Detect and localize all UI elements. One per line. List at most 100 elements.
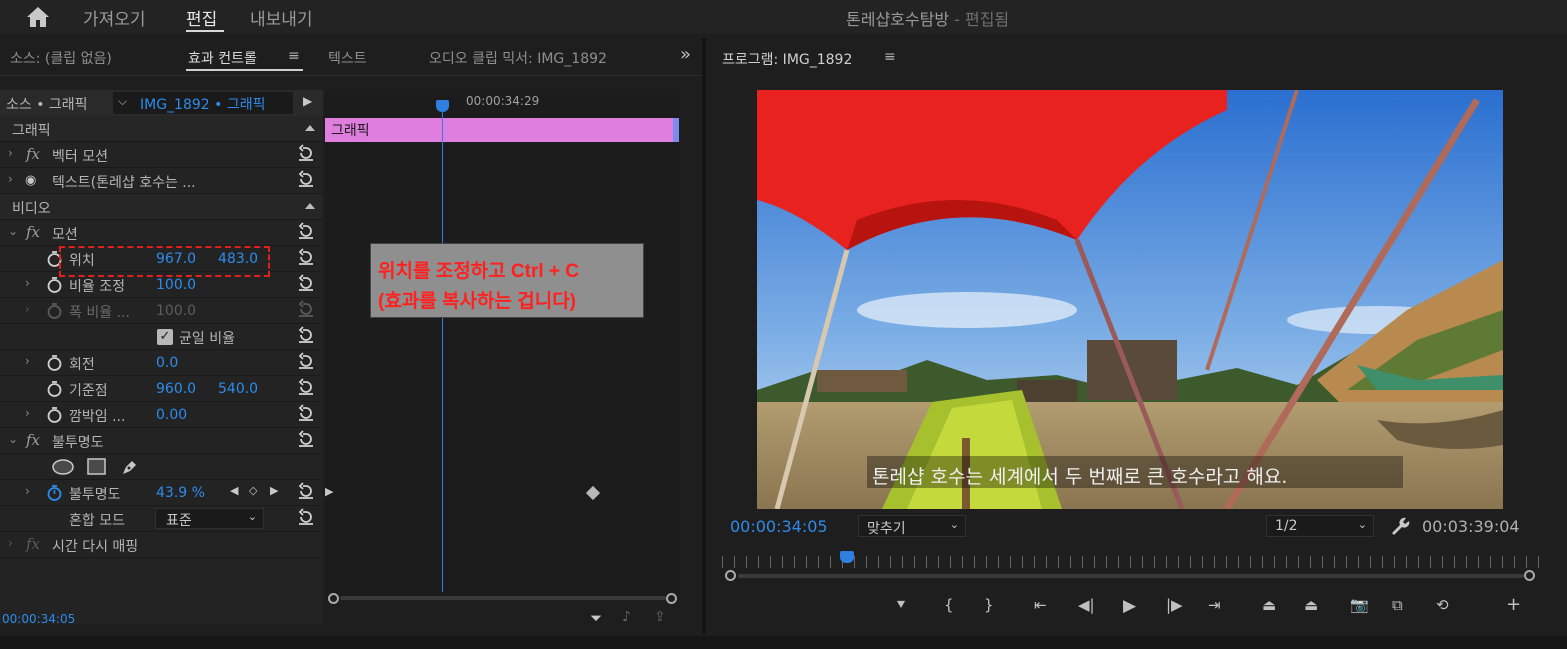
nav-edit[interactable]: 편집 (186, 5, 217, 30)
playhead-handle[interactable] (436, 100, 449, 112)
scrubber-start-handle[interactable] (725, 570, 736, 581)
fx-icon[interactable]: fx (26, 223, 40, 241)
effect-time-remap[interactable]: › fx 시간 다시 매핑 (0, 532, 323, 558)
reset-icon[interactable] (297, 326, 315, 344)
play-triangle-icon[interactable]: ▶ (303, 94, 312, 108)
reset-icon[interactable] (297, 430, 315, 448)
reset-icon[interactable] (297, 378, 315, 396)
reset-icon[interactable] (297, 508, 315, 526)
fx-icon[interactable]: fx (26, 431, 40, 449)
stopwatch-icon[interactable] (46, 276, 63, 294)
ec-mini-timeline[interactable]: 00:00:34:29 그래픽 ▶ (325, 90, 679, 600)
home-icon[interactable] (26, 6, 50, 28)
step-forward-icon[interactable]: |▶ (1166, 596, 1183, 614)
chevron-right-icon[interactable]: › (8, 172, 13, 186)
reset-icon[interactable] (297, 404, 315, 422)
chevron-right-icon[interactable]: › (8, 146, 13, 160)
nav-export[interactable]: 내보내기 (250, 5, 313, 30)
reset-icon[interactable] (297, 352, 315, 370)
ec-clip-label[interactable]: IMG_1892 • 그래픽 (140, 94, 265, 114)
opacity-value[interactable]: 43.9 % (156, 485, 205, 501)
step-back-icon[interactable]: ◀| (1078, 596, 1095, 614)
pen-tool-icon[interactable] (120, 457, 140, 477)
mark-out-icon[interactable]: } (984, 596, 994, 614)
effect-motion[interactable]: ⌄ fx 모션 (0, 220, 323, 246)
keyframe-diamond-icon[interactable] (585, 485, 601, 501)
chevron-right-icon[interactable]: › (25, 354, 30, 368)
playhead-line[interactable] (442, 102, 443, 592)
scale-value[interactable]: 100.0 (156, 277, 196, 293)
property-rotation[interactable]: › 회전 0.0 (0, 350, 323, 376)
extract-icon[interactable]: ⏏ (1304, 596, 1318, 614)
program-video-frame[interactable]: 톤레샵 호수는 세계에서 두 번째로 큰 호수라고 해요. (757, 90, 1503, 509)
panel-menu-icon[interactable]: ≡ (884, 49, 896, 65)
prev-keyframe-icon[interactable]: ◀ (230, 484, 238, 497)
proxy-toggle-icon[interactable]: ⟲ (1436, 596, 1449, 614)
zoom-fit-dropdown[interactable]: 맞추기 ⌄ (858, 515, 966, 537)
mark-in-icon[interactable]: { (944, 596, 954, 614)
next-keyframe-icon[interactable]: ▶ (270, 484, 278, 497)
stopwatch-icon[interactable] (46, 406, 63, 424)
rectangle-mask-icon[interactable] (87, 458, 106, 475)
tab-audio-clip-mixer[interactable]: 오디오 클립 믹서: IMG_1892 (429, 48, 607, 68)
antiflicker-value[interactable]: 0.00 (156, 407, 187, 423)
camera-icon[interactable]: 📷 (1350, 596, 1369, 614)
collapse-icon[interactable] (305, 203, 315, 209)
property-blend-mode[interactable]: 혼합 모드 표준 ⌄ (0, 506, 323, 532)
rotation-value[interactable]: 0.0 (156, 355, 178, 371)
property-anchor-point[interactable]: 기준점 960.0 540.0 (0, 376, 323, 402)
chevron-right-icon[interactable]: › (25, 276, 30, 290)
reset-icon[interactable] (297, 274, 315, 292)
reset-icon[interactable] (297, 482, 315, 500)
tab-text[interactable]: 텍스트 (328, 48, 367, 68)
stopwatch-icon[interactable] (46, 354, 63, 372)
effect-opacity[interactable]: ⌄ fx 불투명도 (0, 428, 323, 454)
anchor-y-value[interactable]: 540.0 (218, 381, 258, 397)
ec-timecode[interactable]: 00:00:34:05 (2, 612, 75, 626)
scrubber-end-handle[interactable] (1524, 570, 1535, 581)
stopwatch-icon[interactable] (46, 380, 63, 398)
scroll-start-handle[interactable] (328, 593, 339, 604)
program-playhead[interactable] (840, 551, 854, 563)
effect-vector-motion[interactable]: › fx 벡터 모션 (0, 142, 323, 168)
add-button-icon[interactable]: + (1506, 594, 1521, 615)
add-marker-icon[interactable]: ⯆ (895, 596, 907, 614)
compare-view-icon[interactable]: ⧉ (1392, 596, 1403, 614)
ellipse-mask-icon[interactable] (52, 459, 74, 475)
graphic-clip-bar[interactable]: 그래픽 (325, 118, 679, 142)
time-ruler[interactable]: 00:00:34:29 (325, 90, 679, 116)
program-timecode[interactable]: 00:00:34:05 (730, 517, 828, 536)
blend-mode-dropdown[interactable]: 표준 ⌄ (155, 508, 264, 529)
go-to-out-icon[interactable]: ⇥ (1208, 596, 1221, 614)
chevron-down-icon[interactable]: ⌄ (8, 432, 18, 446)
add-keyframe-icon[interactable]: ◇ (249, 484, 257, 497)
scroll-end-handle[interactable] (666, 593, 677, 604)
tab-program[interactable]: 프로그램: IMG_1892 (722, 49, 852, 69)
tab-overflow-icon[interactable]: » (680, 44, 691, 65)
reset-icon[interactable] (297, 170, 315, 188)
chevron-down-icon[interactable]: ⌄ (8, 224, 18, 238)
tab-source[interactable]: 소스: (클립 없음) (10, 48, 112, 68)
wrench-icon[interactable] (1388, 515, 1410, 537)
chevron-right-icon[interactable]: › (25, 406, 30, 420)
lift-icon[interactable]: ⏏ (1262, 596, 1276, 614)
chevron-right-icon[interactable]: › (25, 484, 30, 498)
chevron-right-icon[interactable]: › (8, 536, 13, 550)
play-icon[interactable]: ▶ (1123, 596, 1136, 616)
stopwatch-active-icon[interactable] (46, 484, 63, 502)
property-opacity[interactable]: › 불투명도 43.9 % ◀ ◇ ▶ (0, 480, 323, 506)
scrubber-bar[interactable] (738, 574, 1524, 578)
reset-icon[interactable] (297, 222, 315, 240)
effect-text-layer[interactable]: › ◉ 텍스트(톤레샵 호수는 ... (0, 168, 323, 194)
checkbox-checked-icon[interactable]: ✓ (157, 329, 173, 345)
reset-icon[interactable] (297, 248, 315, 266)
reset-icon[interactable] (297, 144, 315, 162)
horizontal-scrollbar[interactable] (340, 596, 666, 600)
resolution-dropdown[interactable]: 1/2 ⌄ (1266, 515, 1374, 537)
eye-icon[interactable]: ◉ (25, 173, 36, 188)
property-uniform-scale[interactable]: ✓ 균일 비율 (0, 324, 323, 350)
nav-import[interactable]: 가져오기 (83, 5, 146, 30)
anchor-x-value[interactable]: 960.0 (156, 381, 196, 397)
go-to-in-icon[interactable]: ⇤ (1034, 596, 1047, 614)
section-video[interactable]: 비디오 (0, 194, 323, 220)
